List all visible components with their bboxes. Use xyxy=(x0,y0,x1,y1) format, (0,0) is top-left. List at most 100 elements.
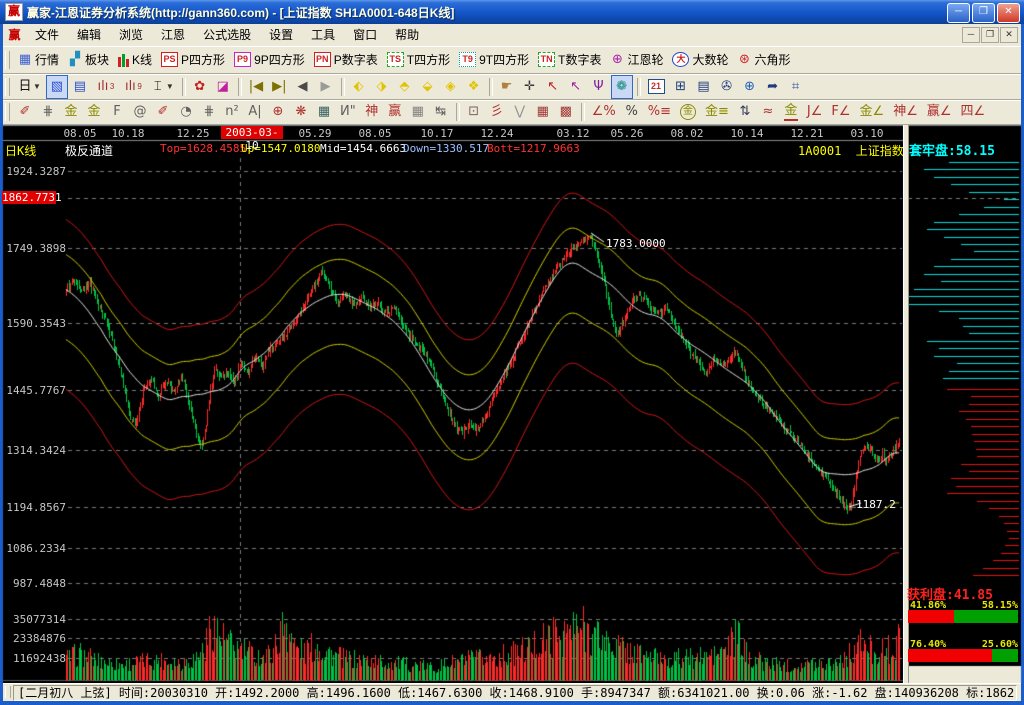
restore-button[interactable]: ❐ xyxy=(972,3,995,23)
candle-style-button[interactable]: ⌶▼ xyxy=(147,75,178,99)
tool-江恩轮[interactable]: ⊕江恩轮 xyxy=(606,48,667,72)
notepad-button[interactable]: ▤ xyxy=(693,75,715,99)
menu-item-6[interactable]: 工具 xyxy=(302,25,344,45)
f-angle-button[interactable]: F∠ xyxy=(827,100,854,124)
period-daily-button[interactable]: 日▼ xyxy=(14,75,45,99)
wave-mark-button[interactable]: И" xyxy=(336,100,360,124)
pan-right-button[interactable]: ⬗ xyxy=(371,75,393,99)
toolbar-grip[interactable] xyxy=(5,51,10,69)
menu-item-7[interactable]: 窗口 xyxy=(344,25,386,45)
tool-行情[interactable]: ▦行情 xyxy=(14,48,63,72)
calculator-button[interactable]: ⊞ xyxy=(670,75,692,99)
gann-tool-button[interactable]: Ψ xyxy=(588,75,610,99)
tool-T四方形[interactable]: TST四方形 xyxy=(383,48,454,72)
tools-grip[interactable] xyxy=(5,78,10,96)
last-bar-button[interactable]: ▶| xyxy=(268,75,290,99)
spiral-button[interactable]: @ xyxy=(129,100,151,124)
angle-grid-button[interactable]: ▩ xyxy=(555,100,577,124)
network-button[interactable]: ⊕ xyxy=(739,75,761,99)
fit-all-button[interactable]: ◈ xyxy=(440,75,462,99)
mdi-button-0[interactable]: ─ xyxy=(962,27,980,43)
tool-P四方形[interactable]: PSP四方形 xyxy=(157,48,229,72)
save-button[interactable]: ✇ xyxy=(716,75,738,99)
pan-left-button[interactable]: ⬖ xyxy=(348,75,370,99)
square-numbers-button[interactable]: n² xyxy=(221,100,243,124)
tool-K线[interactable]: K线 xyxy=(114,48,156,72)
fan-lines-button[interactable]: 彡 xyxy=(486,100,508,124)
four-angle-button[interactable]: 四∠ xyxy=(957,100,990,124)
gann-grid-button[interactable]: ⋕ xyxy=(37,100,59,124)
time-cycle-button[interactable]: ◔ xyxy=(175,100,197,124)
zoom-in-button[interactable]: ⬙ xyxy=(417,75,439,99)
ying-tool-button[interactable]: 赢 xyxy=(384,100,406,124)
draw-pen-button[interactable]: ✐ xyxy=(14,100,36,124)
zoom-out-button[interactable]: ⬘ xyxy=(394,75,416,99)
shen-tool-button[interactable]: 神 xyxy=(361,100,383,124)
pointer-magenta-button[interactable]: ↖ xyxy=(565,75,587,99)
tool-9P四方形[interactable]: P99P四方形 xyxy=(230,48,309,72)
minimize-button[interactable]: ─ xyxy=(947,3,970,23)
remote-pc-button[interactable]: ⌗ xyxy=(785,75,807,99)
zigzag-button[interactable]: ⋁ xyxy=(509,100,531,124)
gold-tool-2-button[interactable]: 金 xyxy=(83,100,105,124)
overlay-9-button[interactable]: ılı9 xyxy=(119,75,145,99)
percent-angle-button[interactable]: ∠% xyxy=(588,100,620,124)
prev-bar-button[interactable]: ◀ xyxy=(292,75,314,99)
crosshair-tool-button[interactable]: ✛ xyxy=(519,75,541,99)
menu-item-2[interactable]: 浏览 xyxy=(110,25,152,45)
calendar-button[interactable]: 21 xyxy=(644,75,669,99)
menu-item-3[interactable]: 江恩 xyxy=(152,25,194,45)
app-icon: 赢 xyxy=(5,3,23,21)
tool-9T四方形[interactable]: T99T四方形 xyxy=(455,48,533,72)
hand-tool-button[interactable]: ☛ xyxy=(496,75,518,99)
tool-T数字表[interactable]: TNT数字表 xyxy=(534,48,605,72)
tool-大数轮[interactable]: 大大数轮 xyxy=(668,48,732,72)
grid-view-button[interactable]: ❖ xyxy=(463,75,485,99)
close-button[interactable]: ✕ xyxy=(997,3,1020,23)
draw-grip[interactable] xyxy=(5,103,10,121)
next-bar-button[interactable]: ▶ xyxy=(315,75,337,99)
export-button[interactable]: ➦ xyxy=(762,75,784,99)
tool-P数字表[interactable]: PNP数字表 xyxy=(310,48,382,72)
info-sheet-button[interactable]: ▤ xyxy=(69,75,91,99)
menu-item-1[interactable]: 编辑 xyxy=(68,25,110,45)
text-label-button[interactable]: A| xyxy=(244,100,266,124)
gold-circle-button[interactable]: 金 xyxy=(676,100,700,124)
grid-box-2-button[interactable]: ▦ xyxy=(407,100,429,124)
mdi-button-2[interactable]: ✕ xyxy=(1000,27,1018,43)
grid-box-button[interactable]: ▦ xyxy=(313,100,335,124)
first-bar-button[interactable]: |◀ xyxy=(245,75,267,99)
red-grid-button[interactable]: ▦ xyxy=(532,100,554,124)
menu-item-4[interactable]: 公式选股 xyxy=(194,25,260,45)
tool-六角形[interactable]: ⊛六角形 xyxy=(734,48,795,72)
price-grid-button[interactable]: ⋕ xyxy=(198,100,220,124)
compressed-chart-button[interactable]: ▧ xyxy=(46,75,68,99)
gold-lines-button[interactable]: 金≡ xyxy=(701,100,733,124)
overlay-3-button[interactable]: ılı3 xyxy=(92,75,118,99)
star-burst-button[interactable]: ❋ xyxy=(290,100,312,124)
mdi-button-1[interactable]: ❐ xyxy=(981,27,999,43)
draw-pen-2-button[interactable]: ✐ xyxy=(152,100,174,124)
circle-cross-button[interactable]: ⊕ xyxy=(267,100,289,124)
menu-item-5[interactable]: 设置 xyxy=(260,25,302,45)
pointer-red-button[interactable]: ↖ xyxy=(542,75,564,99)
j-angle-button[interactable]: J∠ xyxy=(803,100,827,124)
menu-item-8[interactable]: 帮助 xyxy=(386,25,428,45)
tool-板块[interactable]: ▞板块 xyxy=(64,48,113,72)
gold-underline-button[interactable]: 金 xyxy=(780,100,802,124)
shen-angle-button[interactable]: 神∠ xyxy=(889,100,922,124)
updown-measure-button[interactable]: ⇅ xyxy=(734,100,756,124)
menu-item-0[interactable]: 文件 xyxy=(26,25,68,45)
percent-button[interactable]: % xyxy=(621,100,643,124)
box-tool-button[interactable]: ⊡ xyxy=(463,100,485,124)
fibonacci-button[interactable]: Ϝ xyxy=(106,100,128,124)
wave-tool-button[interactable]: ≈ xyxy=(757,100,779,124)
gold-tool-1-button[interactable]: 金 xyxy=(60,100,82,124)
percent-lines-button[interactable]: %≡ xyxy=(644,100,675,124)
span-measure-button[interactable]: ↹ xyxy=(430,100,452,124)
gold-angle-button[interactable]: 金∠ xyxy=(856,100,889,124)
pattern-button[interactable]: ✿ xyxy=(189,75,211,99)
analysis-chart-button[interactable]: ◪ xyxy=(212,75,234,99)
flower-tool-button[interactable]: ❁ xyxy=(611,75,633,99)
ying-angle-button[interactable]: 赢∠ xyxy=(923,100,956,124)
